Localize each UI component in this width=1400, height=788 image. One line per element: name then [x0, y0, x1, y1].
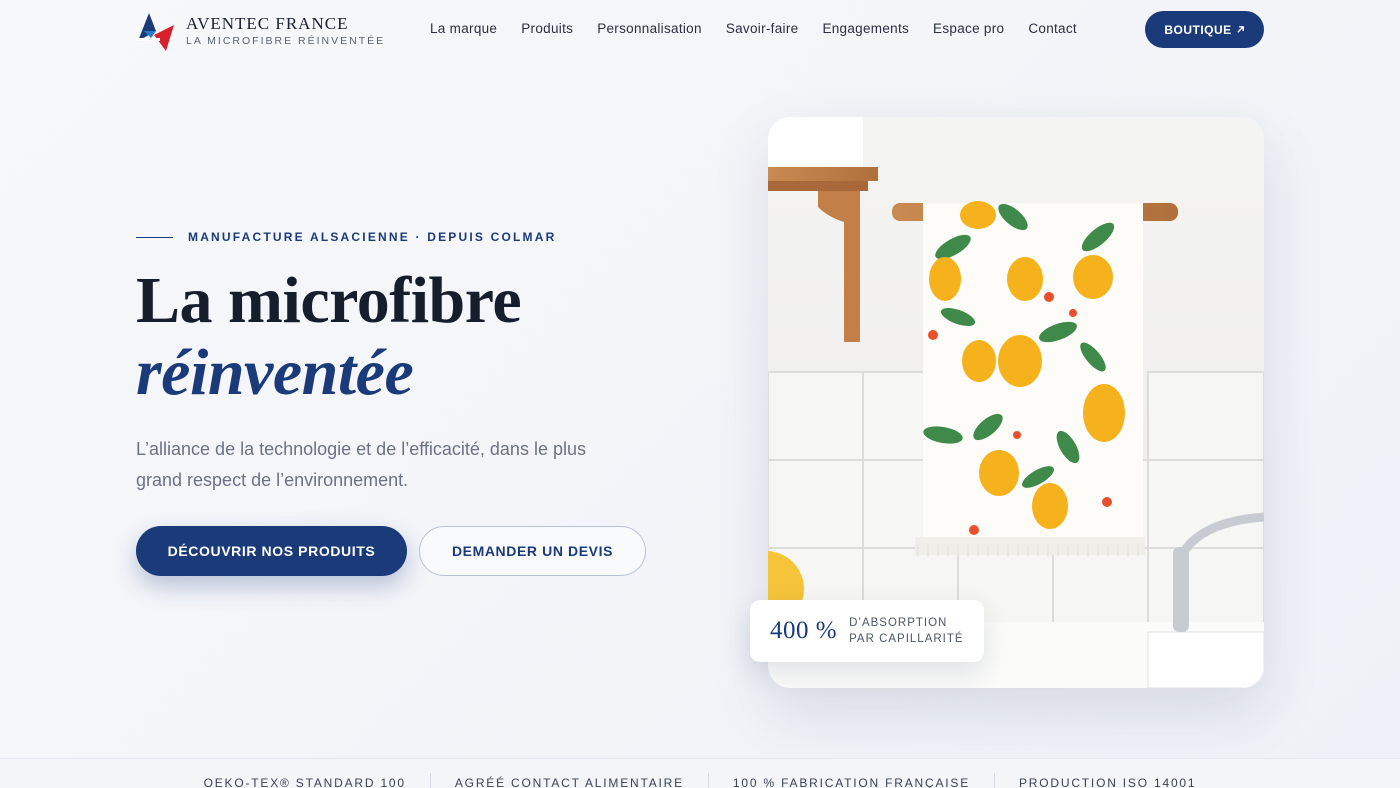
nav-item-contact[interactable]: Contact [1028, 21, 1077, 36]
arrow-up-right-icon [1236, 26, 1244, 33]
discover-products-button[interactable]: DÉCOUVRIR NOS PRODUITS [136, 526, 407, 576]
nav-item-savoir-faire[interactable]: Savoir-faire [726, 21, 799, 36]
stat-value: 400 % [770, 617, 838, 644]
request-quote-button[interactable]: DEMANDER UN DEVIS [419, 526, 646, 576]
eyebrow-text: MANUFACTURE ALSACIENNE · DEPUIS COLMAR [188, 230, 557, 244]
hero-title: La microfibre réinventée [136, 264, 522, 409]
eyebrow-divider [136, 236, 173, 238]
nav-item-produits[interactable]: Produits [521, 21, 573, 36]
certifications-bar: OEKO-TEX® STANDARD 100 AGRÉÉ CONTACT ALI… [0, 758, 1400, 788]
stat-label: D’ABSORPTION PAR CAPILLARITÉ [849, 615, 964, 647]
hero-title-line2: réinventée [136, 336, 414, 409]
stat-label-line1: D’ABSORPTION [849, 617, 948, 629]
certification-item: 100 % FABRICATION FRANÇAISE [732, 776, 970, 788]
brand-tagline: LA MICROFIBRE RÉINVENTÉE [186, 34, 386, 47]
absorption-stat-badge: 400 % D’ABSORPTION PAR CAPILLARITÉ [750, 600, 984, 662]
boutique-label: BOUTIQUE [1164, 22, 1232, 37]
nav-item-la-marque[interactable]: La marque [430, 21, 497, 36]
nav-item-espace-pro[interactable]: Espace pro [933, 21, 1004, 36]
hero-title-line1: La microfibre [136, 264, 522, 337]
boutique-button[interactable]: BOUTIQUE [1145, 11, 1264, 48]
certification-item: OEKO-TEX® STANDARD 100 [203, 776, 406, 788]
certification-item: PRODUCTION ISO 14001 [1019, 776, 1197, 788]
brand-name: AVENTEC FRANCE [186, 13, 349, 33]
nav-item-engagements[interactable]: Engagements [822, 21, 909, 36]
top-navigation: AVENTEC FRANCE LA MICROFIBRE RÉINVENTÉE … [0, 0, 1400, 60]
certification-item: AGRÉÉ CONTACT ALIMENTAIRE [454, 776, 684, 788]
logo-mark-icon [136, 13, 174, 51]
stat-label-line2: PAR CAPILLARITÉ [849, 633, 964, 645]
hero-lead: L’alliance de la technologie et de l’eff… [136, 439, 586, 490]
nav-item-personnalisation[interactable]: Personnalisation [597, 21, 702, 36]
brand-logo[interactable]: AVENTEC FRANCE LA MICROFIBRE RÉINVENTÉE [136, 11, 385, 51]
main-menu: La marque Produits Personnalisation Savo… [430, 21, 1101, 36]
hero-eyebrow: MANUFACTURE ALSACIENNE · DEPUIS COLMAR [136, 230, 557, 244]
